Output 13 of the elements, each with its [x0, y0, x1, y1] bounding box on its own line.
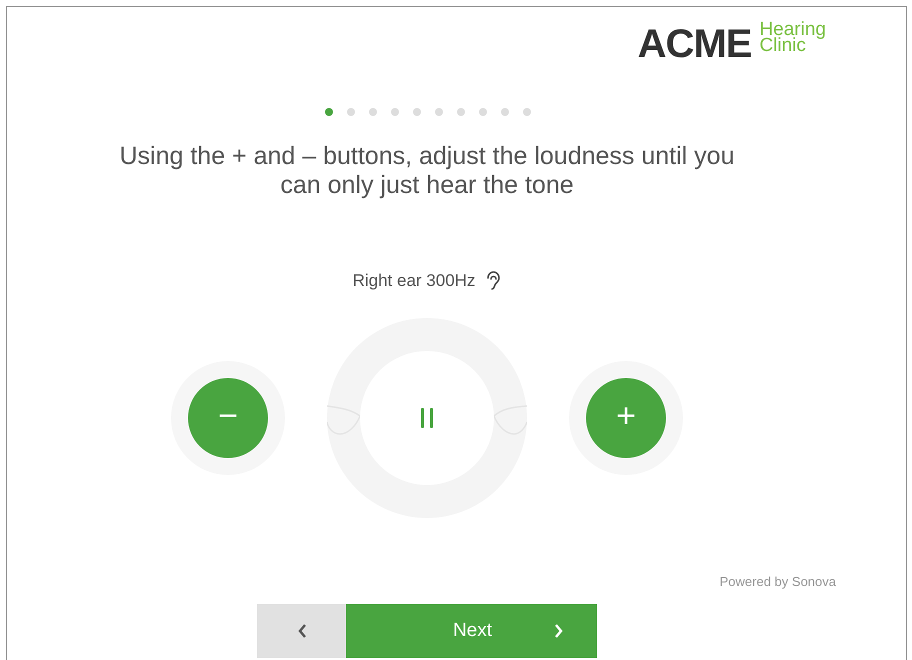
powered-by-text: Powered by Sonova: [720, 572, 836, 591]
next-button[interactable]: Next: [346, 604, 597, 658]
instruction-text: Using the + and – buttons, adjust the loudness until you can only just hear the tone: [118, 142, 736, 200]
back-button[interactable]: [257, 604, 346, 658]
increase-button[interactable]: +: [586, 378, 666, 458]
decrease-button[interactable]: −: [188, 378, 268, 458]
chevron-right-icon: [554, 623, 564, 639]
ear-icon: [485, 270, 502, 292]
pause-icon: [420, 408, 434, 428]
chevron-left-icon: [296, 623, 306, 639]
tone-label: Right ear 300Hz: [352, 270, 476, 292]
logo-wordmark: ACME: [638, 24, 752, 64]
logo-subtitle: Hearing Clinic: [759, 22, 826, 54]
